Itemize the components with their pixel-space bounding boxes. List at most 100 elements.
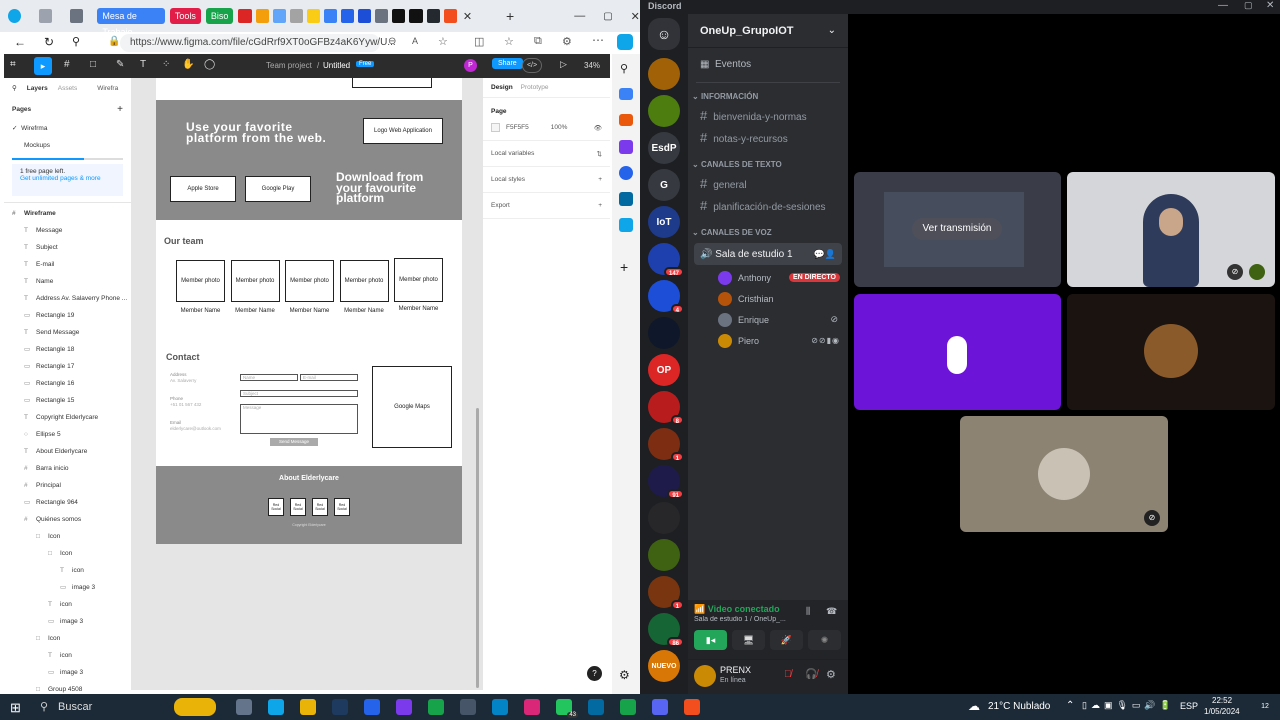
layer-row[interactable]: ▭ Rectangle 15 <box>4 392 131 409</box>
file-name[interactable]: Untitled <box>323 61 350 70</box>
server-icon[interactable]: EsdP <box>648 132 680 164</box>
server-icon[interactable] <box>648 502 680 534</box>
server-icon[interactable]: 1 <box>648 576 684 610</box>
avatar-tile-anthony[interactable] <box>854 294 1061 410</box>
soundboard-button[interactable]: ✺ <box>808 630 841 650</box>
voice-member[interactable]: Cristhian <box>688 288 848 309</box>
category-voice[interactable]: ⌄ CANALES DE VOZ <box>688 225 848 241</box>
weather-text[interactable]: 21°C Nublado <box>988 701 1050 712</box>
voice-channel[interactable]: 🔊 Sala de estudio 1 💬👤 <box>694 243 842 265</box>
github-tab-icon[interactable] <box>426 9 440 23</box>
comment-tool-icon[interactable]: ◯ <box>204 59 215 70</box>
tab-favicon-icon[interactable] <box>341 9 355 23</box>
layer-row[interactable]: ▭ Rectangle 19 <box>4 307 131 324</box>
server-icon[interactable]: 91 <box>648 465 684 499</box>
eye-icon[interactable]: 👁 <box>594 124 602 132</box>
pinned-tab[interactable]: Mesa de Trabajo <box>97 8 165 37</box>
app-icon[interactable] <box>396 699 412 715</box>
help-button[interactable]: ? <box>587 666 602 681</box>
server-icon[interactable]: OP <box>648 354 680 386</box>
voice-chat-icon[interactable]: 💬👤 <box>814 249 836 260</box>
avatar-tile-cristhian[interactable] <box>1067 294 1275 410</box>
send-icon[interactable] <box>619 218 633 232</box>
layer-row[interactable]: T Name <box>4 273 131 290</box>
noise-suppression-icon[interactable]: ⫼ <box>806 606 810 617</box>
file-explorer-icon[interactable] <box>300 699 316 715</box>
extensions-icon[interactable]: ⚙ <box>562 35 572 48</box>
taskbar-search[interactable]: Buscar <box>58 701 92 713</box>
tab-prototype[interactable]: Prototype <box>521 84 549 91</box>
hand-tool-icon[interactable]: ✋ <box>182 59 194 70</box>
steam-icon[interactable] <box>332 699 348 715</box>
avatar-tile-enrique[interactable]: ⊘ <box>960 416 1168 532</box>
server-icon[interactable]: 1 <box>648 428 684 462</box>
copilot-icon[interactable] <box>617 34 633 50</box>
chevron-up-icon[interactable]: ⌃ <box>1066 700 1074 711</box>
screen-share-button[interactable]: 🖥 <box>732 630 765 650</box>
close-window-icon[interactable]: ✕ <box>1266 0 1274 11</box>
minimize-icon[interactable]: — <box>1218 0 1228 11</box>
server-name[interactable]: OneUp_GrupoIOT <box>700 25 794 37</box>
maximize-icon[interactable]: ▢ <box>1244 0 1253 11</box>
server-icon[interactable]: IoT <box>648 206 680 238</box>
canvas-color-hex[interactable]: F5F5F5 <box>506 124 529 131</box>
layer-row[interactable]: T E-mail <box>4 256 131 273</box>
minimize-icon[interactable]: — <box>574 10 585 22</box>
layer-row[interactable]: T Address Av. Salaverry Phone ... <box>4 290 131 307</box>
new-tab-icon[interactable]: + <box>506 8 514 24</box>
canvas-opacity[interactable]: 100% <box>551 124 568 131</box>
channel-item[interactable]: # notas-y-recursos <box>688 127 848 149</box>
share-button[interactable]: Share <box>492 58 523 69</box>
server-icon[interactable]: 86 <box>648 613 684 647</box>
pinned-tab[interactable]: Tools <box>169 8 201 24</box>
tab-favicon-icon[interactable] <box>306 9 320 23</box>
outlook-icon[interactable] <box>588 699 604 715</box>
category-text[interactable]: ⌄ CANALES DE TEXTO <box>688 157 848 173</box>
present-icon[interactable]: ▷ <box>560 59 567 70</box>
tab-favicon-icon[interactable] <box>289 9 303 23</box>
search-icon[interactable]: ⚲ <box>72 35 80 48</box>
server-icon[interactable]: 4 <box>648 280 684 314</box>
app-icon[interactable] <box>460 699 476 715</box>
channel-item[interactable]: # bienvenida-y-normas <box>688 105 848 127</box>
microsoft365-icon[interactable] <box>619 166 633 180</box>
tab-favicon-icon[interactable] <box>323 9 338 23</box>
layer-row[interactable]: ▭ image 3 <box>4 613 131 630</box>
server-icon[interactable] <box>648 95 680 127</box>
deafen-icon[interactable]: 🎧̸ <box>805 669 817 680</box>
camera-tile[interactable]: ⊘ <box>1067 172 1275 287</box>
camera-button[interactable]: ▮◂ <box>694 630 727 650</box>
variables-icon[interactable]: ⇅ <box>597 150 602 158</box>
figma-menu-icon[interactable]: ⌗ <box>10 59 16 70</box>
chevron-down-icon[interactable]: ⌄ <box>828 25 836 36</box>
add-export-icon[interactable]: + <box>598 202 602 209</box>
layer-row[interactable]: □ Icon <box>4 528 131 545</box>
layer-row[interactable]: # Principal <box>4 477 131 494</box>
resources-icon[interactable]: ⁘ <box>162 59 170 70</box>
clock-time[interactable]: 22:52 <box>1212 696 1232 705</box>
canvas-color-swatch[interactable] <box>491 123 500 132</box>
server-icon[interactable]: NUEVO <box>648 650 680 682</box>
profile-icon[interactable] <box>8 9 22 23</box>
layer-row[interactable]: ▭ Rectangle 17 <box>4 358 131 375</box>
channel-item[interactable]: # planificación-de-sesiones <box>688 195 848 217</box>
video-off-icon[interactable]: ⊘ <box>1227 264 1243 280</box>
youtube-tab-icon[interactable] <box>238 9 252 23</box>
server-icon[interactable]: 147 <box>648 243 684 277</box>
voice-member[interactable]: Enrique ⊘ <box>688 309 848 330</box>
layer-row[interactable]: □ Icon <box>4 630 131 647</box>
upgrade-link[interactable]: Get unlimited pages & more <box>20 175 115 182</box>
layer-row[interactable]: ▭ image 3 <box>4 579 131 596</box>
layer-row[interactable]: □ Icon <box>4 545 131 562</box>
shape-tool-icon[interactable]: □ <box>90 59 96 70</box>
search-icon[interactable]: ⚲ <box>620 62 628 75</box>
clock-date[interactable]: 1/05/2024 <box>1204 707 1240 716</box>
layer-row[interactable]: # Wireframe <box>4 205 131 222</box>
games-icon[interactable] <box>619 140 633 154</box>
pinned-tab[interactable]: Biso <box>205 8 234 24</box>
layer-row[interactable]: ▭ Rectangle 964 <box>4 494 131 511</box>
language-indicator[interactable]: ESP <box>1180 701 1198 711</box>
channel-item[interactable]: # general <box>688 173 848 195</box>
word-tab-icon[interactable] <box>358 9 372 23</box>
tab-favicon-icon[interactable] <box>392 9 406 23</box>
